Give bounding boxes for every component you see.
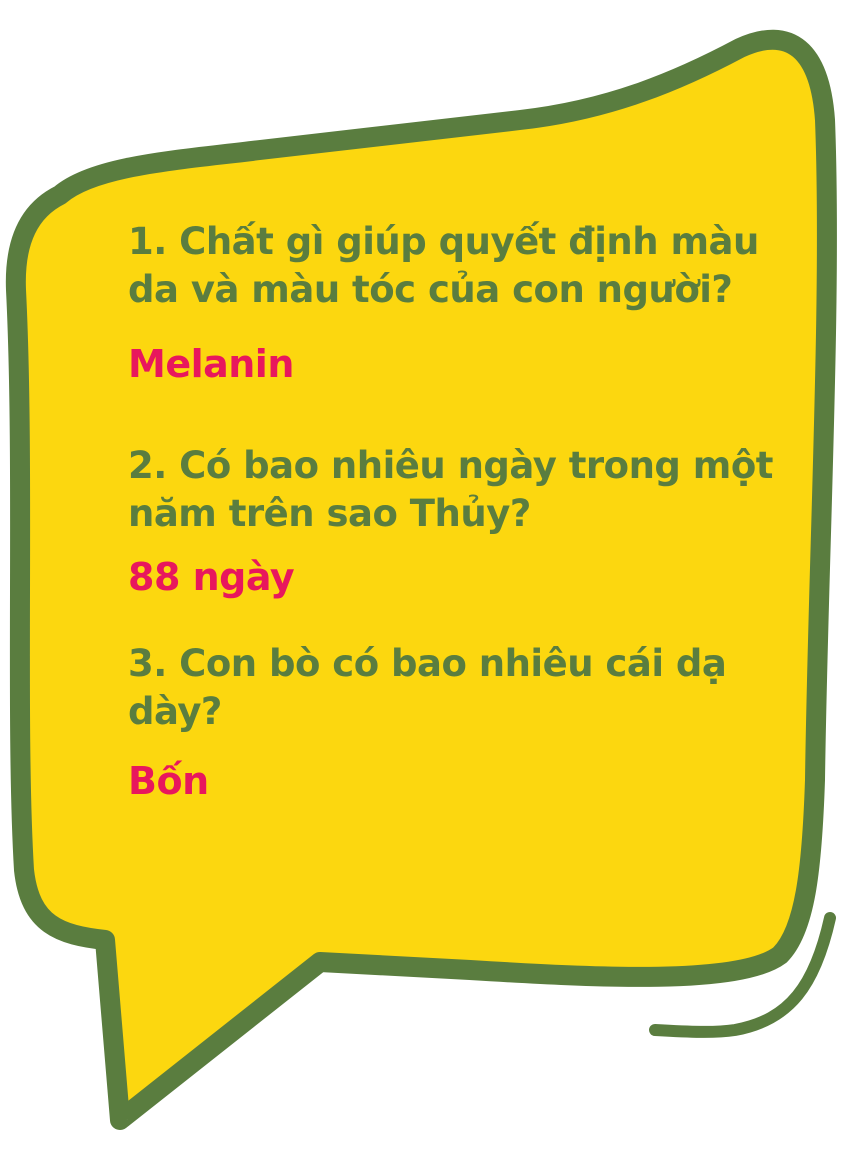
- question-2: 2. Có bao nhiêu ngày trong một năm trên …: [128, 444, 773, 535]
- question-1: 1. Chất gì giúp quyết định màu da và màu…: [128, 220, 759, 311]
- question-3: 3. Con bò có bao nhiêu cái dạ dày?: [128, 642, 727, 733]
- answer-1: Melanin: [128, 342, 294, 386]
- answer-2: 88 ngày: [128, 555, 295, 599]
- answer-3: Bốn: [128, 759, 209, 803]
